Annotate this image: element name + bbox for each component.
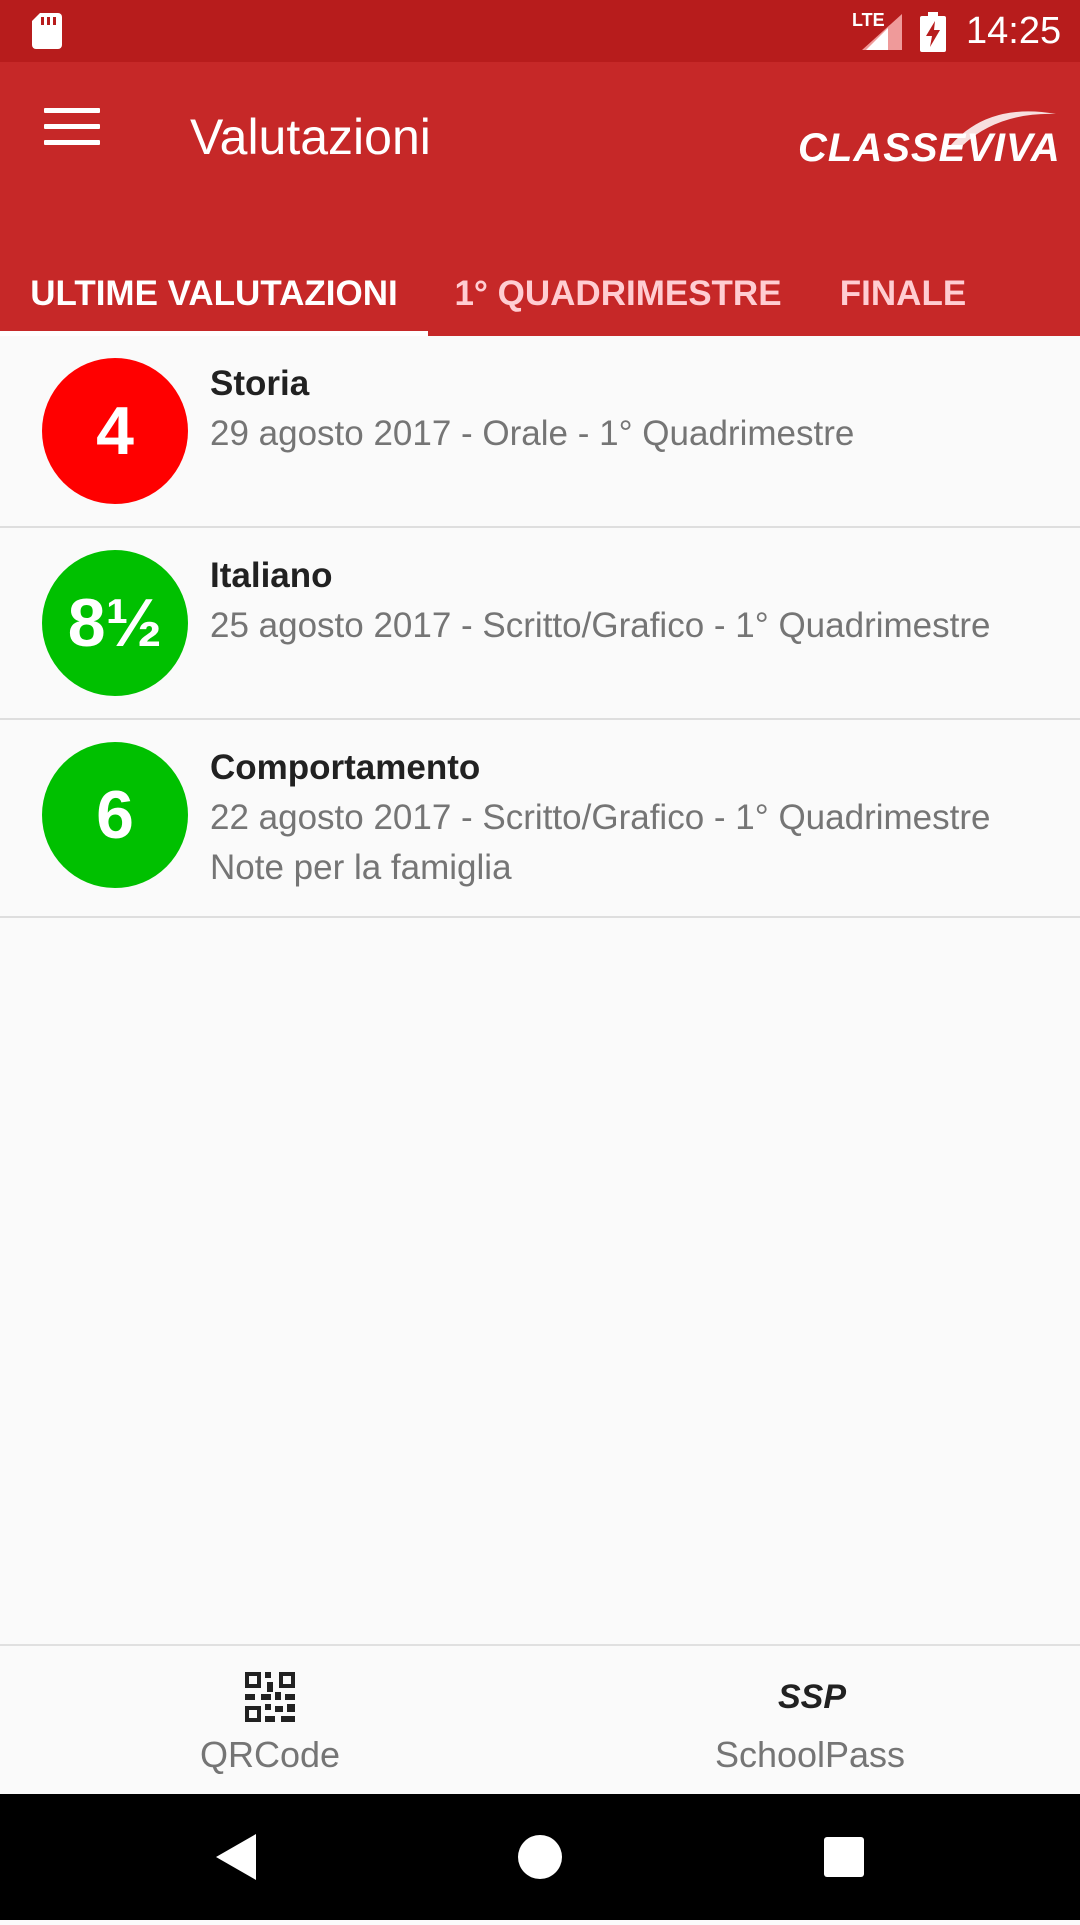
back-icon [216, 1834, 256, 1880]
clock: 14:25 [966, 10, 1062, 52]
subject-name: Comportamento [210, 748, 481, 787]
subject-name: Storia [210, 364, 310, 403]
grade-detail: 22 agosto 2017 - Scritto/Grafico - 1° Qu… [210, 798, 991, 837]
grade-detail: 25 agosto 2017 - Scritto/Grafico - 1° Qu… [210, 606, 991, 645]
brand-logo: CLASSEVIVA [798, 108, 1060, 178]
tab-finale[interactable]: FINALE [808, 252, 998, 336]
list-item[interactable]: 4 Storia 29 agosto 2017 - Orale - 1° Qua… [0, 336, 1080, 528]
home-icon [518, 1835, 562, 1879]
schoolpass-icon: SSP [778, 1678, 847, 1716]
grade-note: Note per la famiglia [210, 848, 512, 887]
battery-charging-icon [920, 12, 946, 52]
list-item[interactable]: 8½ Italiano 25 agosto 2017 - Scritto/Gra… [0, 528, 1080, 720]
schoolpass-label: SchoolPass [714, 1734, 906, 1775]
bottom-bar: QRCode SSP SchoolPass [0, 1644, 1080, 1796]
tab-1-quadrimestre[interactable]: 1° QUADRIMESTRE [428, 252, 808, 336]
tab-bar: ULTIME VALUTAZIONI 1° QUADRIMESTRE FINAL… [0, 252, 1080, 336]
signal-icon [862, 14, 902, 50]
grade-badge: 4 [42, 358, 188, 504]
subject-name: Italiano [210, 556, 333, 595]
page-title: Valutazioni [190, 109, 431, 165]
brand-swoosh-icon [950, 111, 1056, 146]
grade-badge: 6 [42, 742, 188, 888]
grade-detail: 29 agosto 2017 - Orale - 1° Quadrimestre [210, 414, 855, 453]
menu-icon[interactable] [40, 108, 104, 152]
sd-card-icon [32, 13, 62, 49]
back-button[interactable] [168, 1794, 308, 1920]
recents-icon [824, 1837, 864, 1877]
qrcode-icon [245, 1672, 295, 1722]
qrcode-label: QRCode [199, 1734, 341, 1775]
recents-button[interactable] [774, 1794, 914, 1920]
list-item[interactable]: 6 Comportamento 22 agosto 2017 - Scritto… [0, 720, 1080, 918]
qrcode-button[interactable]: QRCode [120, 1646, 420, 1796]
grades-list: 4 Storia 29 agosto 2017 - Orale - 1° Qua… [0, 336, 1080, 918]
schoolpass-button[interactable]: SSP SchoolPass [660, 1646, 960, 1796]
tab-ultime-valutazioni[interactable]: ULTIME VALUTAZIONI [0, 252, 428, 336]
home-button[interactable] [470, 1794, 610, 1920]
app-bar: Valutazioni CLASSEVIVA ULTIME VALUTAZION… [0, 62, 1080, 336]
status-bar: LTE 14:25 [0, 0, 1080, 62]
grade-badge: 8½ [42, 550, 188, 696]
navigation-bar [0, 1794, 1080, 1920]
